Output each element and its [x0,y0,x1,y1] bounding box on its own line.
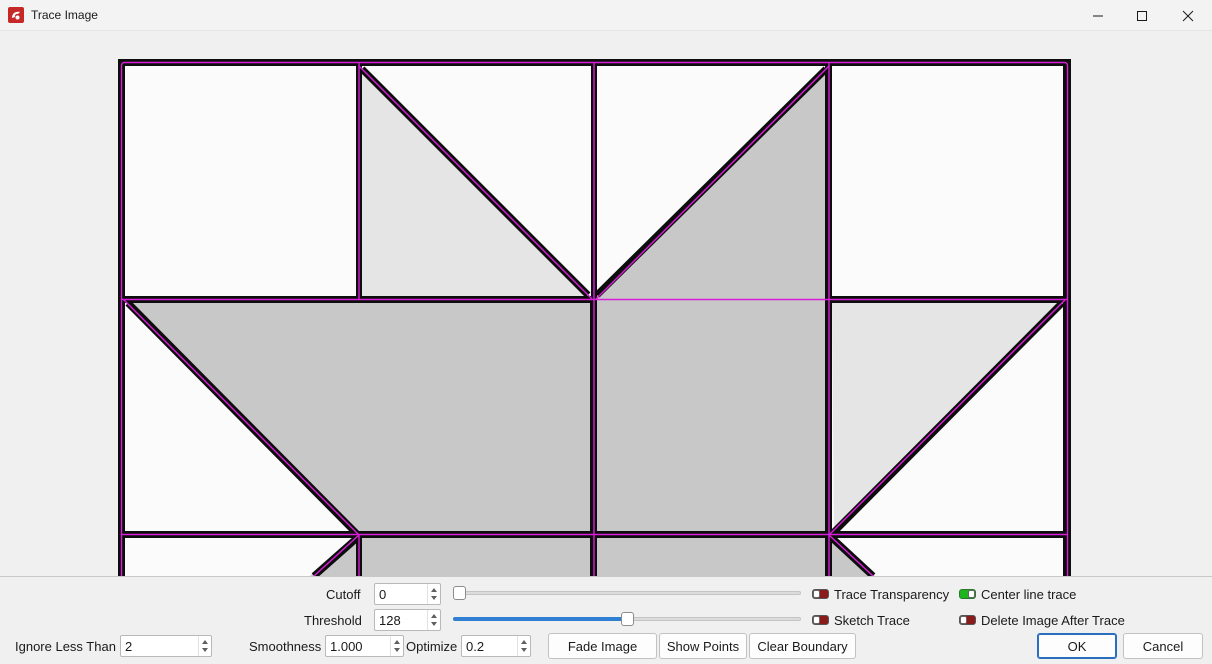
trace-transparency-toggle[interactable] [812,589,829,599]
chevron-up-icon[interactable] [521,640,527,644]
optimize-spinbox[interactable] [461,635,531,657]
cutoff-input[interactable] [375,584,427,604]
cutoff-slider[interactable] [453,586,801,600]
trace-settings-panel: Cutoff Trace Transparency Center line tr… [0,576,1212,664]
sketch-trace-toggle[interactable] [812,615,829,625]
block-shape [362,538,590,576]
ignore-less-than-input[interactable] [121,636,198,656]
optimize-input[interactable] [462,636,517,656]
chevron-down-icon[interactable] [394,648,400,652]
minimize-button[interactable] [1075,0,1121,31]
clear-boundary-button[interactable]: Clear Boundary [749,633,856,659]
ignore-less-than-label: Ignore Less Than [15,639,116,654]
threshold-stepper[interactable] [427,610,440,630]
close-icon [1182,10,1194,21]
center-line-trace-toggle[interactable] [959,589,976,599]
chevron-down-icon[interactable] [202,648,208,652]
maximize-button[interactable] [1119,0,1165,31]
window-title: Trace Image [31,8,98,22]
delete-image-toggle[interactable] [959,615,976,625]
delete-image-label: Delete Image After Trace [981,613,1125,628]
threshold-label: Threshold [304,613,362,628]
app-logo-icon [8,7,24,23]
chevron-up-icon[interactable] [431,614,437,618]
maximize-icon [1137,10,1147,21]
trace-transparency-label: Trace Transparency [834,587,950,602]
cancel-button[interactable]: Cancel [1123,633,1203,659]
show-points-button[interactable]: Show Points [659,633,747,659]
optimize-label: Optimize [406,639,458,654]
chevron-up-icon[interactable] [202,640,208,644]
close-button[interactable] [1165,0,1211,31]
traced-image [118,59,1071,576]
smoothness-input[interactable] [326,636,390,656]
optimize-stepper[interactable] [517,636,530,656]
slider-thumb[interactable] [621,612,634,626]
ignore-less-than-stepper[interactable] [198,636,211,656]
trace-canvas[interactable] [0,31,1212,576]
center-line-trace-label: Center line trace [981,587,1077,602]
threshold-spinbox[interactable] [374,609,441,631]
chevron-up-icon[interactable] [431,588,437,592]
smoothness-label: Smoothness [249,639,322,654]
chevron-down-icon[interactable] [521,648,527,652]
threshold-input[interactable] [375,610,427,630]
smoothness-stepper[interactable] [390,636,403,656]
block-cell [832,66,1063,296]
block-cell [125,66,356,296]
chevron-up-icon[interactable] [394,640,400,644]
cutoff-spinbox[interactable] [374,583,441,605]
fade-image-button[interactable]: Fade Image [548,633,657,659]
slider-thumb[interactable] [453,586,466,600]
threshold-slider[interactable] [453,612,801,626]
chevron-down-icon[interactable] [431,596,437,600]
smoothness-spinbox[interactable] [325,635,404,657]
ignore-less-than-spinbox[interactable] [120,635,212,657]
minimize-icon [1093,15,1103,16]
block-shape [597,296,825,531]
sketch-trace-label: Sketch Trace [834,613,910,628]
cutoff-label: Cutoff [326,587,361,602]
block-shape [597,538,825,576]
title-bar: Trace Image [0,0,1212,31]
slider-track [453,591,801,595]
chevron-down-icon[interactable] [431,622,437,626]
slider-fill [453,617,627,621]
ok-button[interactable]: OK [1037,633,1117,659]
cutoff-stepper[interactable] [427,584,440,604]
